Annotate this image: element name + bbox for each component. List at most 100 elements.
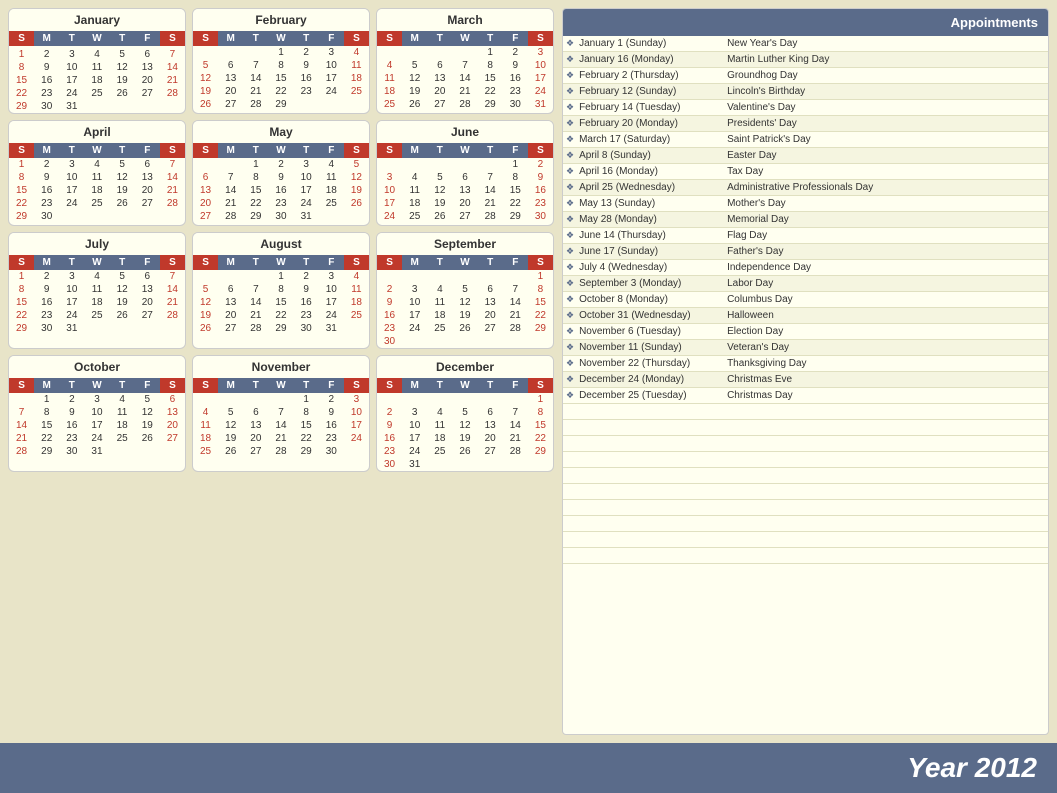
calendar-grid: SMTWTFS123456789101112131415161718192021… (193, 143, 369, 225)
calendar-day: 2 (34, 48, 59, 61)
calendar-day (294, 223, 319, 225)
calendar-month-name: November (193, 356, 369, 378)
calendar-day (503, 223, 528, 225)
calendar-day: 26 (135, 432, 160, 445)
calendar-day: 28 (160, 309, 185, 322)
calendar-day: 8 (9, 171, 34, 184)
calendar-day: 13 (427, 72, 452, 85)
calendar-day: 22 (268, 85, 293, 98)
calendar-day (478, 458, 503, 471)
calendar-day: 4 (84, 48, 109, 61)
calendar-day (193, 270, 218, 283)
calendar-day (377, 270, 402, 283)
year-label: Year 2012 (907, 752, 1037, 784)
calendar-day (452, 111, 477, 113)
calendar-day: 6 (478, 406, 503, 419)
calendar-december: DecemberSMTWTFS1234567891011121314151617… (376, 355, 554, 472)
calendar-grid: SMTWTFS123456789101112131415161718192021… (9, 31, 185, 113)
calendar-day: 3 (528, 46, 553, 59)
calendar-day: 24 (402, 322, 427, 335)
appointment-name: Administrative Professionals Day (725, 181, 1048, 194)
calendar-day: 17 (402, 309, 427, 322)
calendar-day (402, 270, 427, 283)
calendar-day (218, 393, 243, 406)
calendar-day: 15 (478, 72, 503, 85)
calendar-day (84, 100, 109, 113)
calendar-day: 15 (294, 419, 319, 432)
calendar-day: 16 (294, 296, 319, 309)
calendar-day: 15 (9, 74, 34, 87)
day-header: S (377, 255, 402, 270)
calendar-day (478, 270, 503, 283)
calendar-day: 13 (218, 296, 243, 309)
calendar-february: FebruarySMTWTFS1234567891011121314151617… (192, 8, 370, 114)
appointment-bullet: ❖ (563, 134, 577, 145)
calendar-day: 11 (402, 184, 427, 197)
calendar-day: 22 (34, 432, 59, 445)
calendar-day: 12 (110, 61, 135, 74)
calendar-day (160, 458, 185, 460)
day-header: F (319, 378, 344, 393)
calendar-day: 30 (377, 458, 402, 471)
calendar-month-name: January (9, 9, 185, 31)
appointment-row: ❖June 14 (Thursday)Flag Day (563, 228, 1048, 244)
calendar-day: 13 (478, 296, 503, 309)
calendar-day: 9 (268, 171, 293, 184)
calendar-day: 17 (84, 419, 109, 432)
calendar-day: 21 (243, 85, 268, 98)
calendar-day (452, 46, 477, 59)
calendar-day: 5 (427, 171, 452, 184)
calendar-day (135, 322, 160, 335)
appointment-name: Tax Day (725, 165, 1048, 178)
calendar-day: 23 (294, 309, 319, 322)
calendar-day: 7 (160, 48, 185, 61)
calendar-month-name: August (193, 233, 369, 255)
day-header: T (427, 378, 452, 393)
calendar-day: 26 (452, 445, 477, 458)
calendar-day (294, 458, 319, 460)
appointment-row: ❖November 11 (Sunday)Veteran's Day (563, 340, 1048, 356)
calendar-day: 7 (218, 171, 243, 184)
calendar-day: 15 (9, 296, 34, 309)
day-header: T (110, 143, 135, 158)
calendar-day: 18 (344, 72, 369, 85)
calendar-day (452, 458, 477, 471)
day-header: W (84, 378, 109, 393)
calendar-day: 12 (193, 296, 218, 309)
calendar-day (319, 210, 344, 223)
calendar-day: 23 (294, 85, 319, 98)
calendar-day: 5 (218, 406, 243, 419)
calendar-grid: SMTWTFS123456789101112131415161718192021… (193, 378, 369, 460)
calendar-day: 28 (243, 98, 268, 111)
calendar-day: 16 (377, 432, 402, 445)
calendar-day (59, 335, 84, 337)
calendar-day (84, 223, 109, 225)
calendar-day (59, 210, 84, 223)
calendar-day: 9 (294, 59, 319, 72)
calendar-day: 14 (218, 184, 243, 197)
appointment-bullet: ❖ (563, 358, 577, 369)
calendar-day (59, 458, 84, 460)
calendar-day: 10 (59, 171, 84, 184)
calendar-day (59, 223, 84, 225)
appointment-name: Lincoln's Birthday (725, 85, 1048, 98)
day-header: F (135, 255, 160, 270)
appointment-date: September 3 (Monday) (577, 277, 725, 290)
calendar-day: 31 (59, 100, 84, 113)
calendar-day: 31 (528, 98, 553, 111)
calendar-day: 16 (34, 184, 59, 197)
calendar-day: 11 (427, 419, 452, 432)
calendar-day (319, 335, 344, 337)
calendar-day: 2 (377, 283, 402, 296)
day-header: T (243, 31, 268, 46)
calendar-day (268, 111, 293, 113)
appointment-date: October 31 (Wednesday) (577, 309, 725, 322)
calendar-day: 14 (503, 419, 528, 432)
calendar-day (452, 335, 477, 348)
day-header: T (294, 31, 319, 46)
calendar-day: 17 (528, 72, 553, 85)
day-header: T (427, 143, 452, 158)
appointment-name: Mother's Day (725, 197, 1048, 210)
calendar-day: 16 (528, 184, 553, 197)
calendar-day: 30 (34, 210, 59, 223)
